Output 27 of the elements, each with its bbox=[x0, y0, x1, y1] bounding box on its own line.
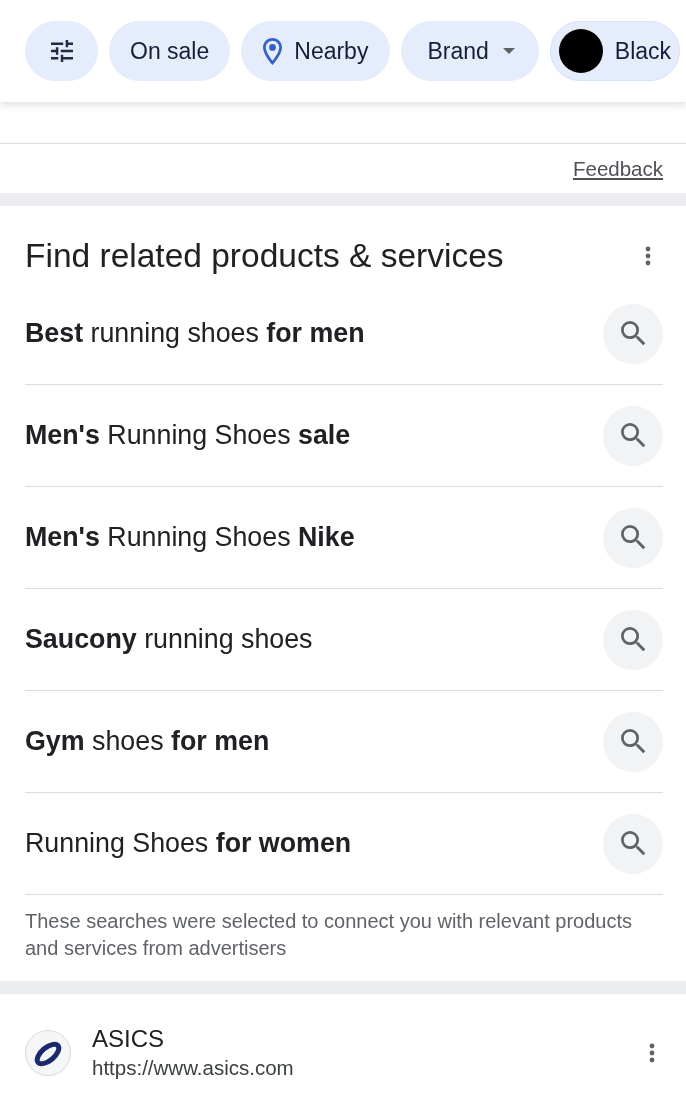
caret-down-icon bbox=[502, 48, 515, 54]
site-logo-icon bbox=[25, 1030, 71, 1076]
disclaimer-text: These searches were selected to connect you with relevant products and services from advertisers bbox=[25, 909, 633, 961]
search-icon bbox=[620, 729, 646, 754]
search-icon bbox=[620, 321, 646, 346]
color-filter-chip[interactable]: Black bbox=[549, 21, 681, 81]
sliders-icon bbox=[50, 40, 73, 62]
filter-chip[interactable]: Nearby bbox=[241, 21, 391, 81]
site-name[interactable]: ASICS bbox=[92, 1024, 165, 1054]
filter-dropdown-chip[interactable]: Brand bbox=[401, 21, 539, 81]
search-icon bbox=[620, 627, 646, 652]
feedback-link[interactable]: Feedback bbox=[572, 156, 663, 181]
related-search-link[interactable]: Gym shoes for men bbox=[25, 726, 270, 757]
search-icon bbox=[620, 831, 646, 856]
more-options-icon[interactable] bbox=[645, 246, 651, 266]
related-search-link[interactable]: Men's Running Shoes sale bbox=[25, 420, 351, 451]
related-search-link[interactable]: Running Shoes for women bbox=[25, 828, 352, 859]
section-title: Find related products & services bbox=[25, 236, 504, 276]
search-icon bbox=[620, 525, 646, 550]
site-url: https://www.asics.com bbox=[92, 1055, 294, 1081]
more-options-icon[interactable] bbox=[649, 1043, 655, 1063]
search-icon bbox=[620, 423, 646, 448]
related-search-link[interactable]: Saucony running shoes bbox=[25, 624, 313, 655]
location-pin-icon bbox=[263, 37, 283, 65]
filter-chip[interactable]: On sale bbox=[109, 21, 231, 81]
related-search-link[interactable]: Best running shoes for men bbox=[25, 318, 365, 349]
related-search-link[interactable]: Men's Running Shoes Nike bbox=[25, 522, 355, 553]
